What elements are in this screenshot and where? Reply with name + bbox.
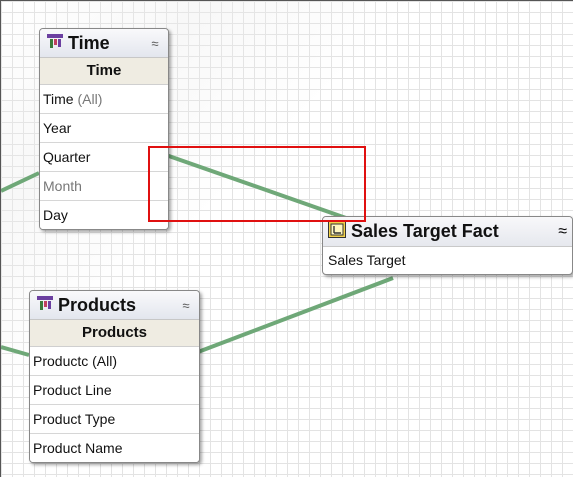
hierarchy-icon <box>36 295 54 316</box>
collapse-icon[interactable]: ≈ <box>148 36 162 51</box>
level-time-all[interactable]: Time (All) <box>40 85 168 114</box>
highlight-box <box>148 146 366 222</box>
link-left-to-products <box>1 345 30 357</box>
products-hierarchy-name: Products <box>30 320 199 347</box>
measure-sales-target[interactable]: Sales Target <box>323 247 572 274</box>
fact-table-icon <box>328 220 346 243</box>
fact-title: Sales Target Fact <box>351 221 499 241</box>
time-hierarchy-name: Time <box>40 58 168 85</box>
hierarchy-icon <box>46 33 64 54</box>
time-dimension-header[interactable]: Time ≈ <box>40 29 168 58</box>
level-year[interactable]: Year <box>40 114 168 143</box>
link-products-to-fact <box>197 276 394 354</box>
collapse-icon[interactable]: ≈ <box>558 223 567 241</box>
sales-target-fact[interactable]: Sales Target Fact ≈ Sales Target <box>322 216 573 275</box>
level-products-all[interactable]: Productc (All) <box>30 347 199 376</box>
products-dimension-header[interactable]: Products ≈ <box>30 291 199 320</box>
products-dimension-title: Products <box>58 294 137 315</box>
level-product-name[interactable]: Product Name <box>30 434 199 462</box>
level-product-line[interactable]: Product Line <box>30 376 199 405</box>
level-product-type[interactable]: Product Type <box>30 405 199 434</box>
time-dimension-title: Time <box>68 32 110 53</box>
link-left-to-time <box>1 171 40 193</box>
collapse-icon[interactable]: ≈ <box>179 298 193 313</box>
products-dimension[interactable]: Products ≈ Products Productc (All) Produ… <box>29 290 200 463</box>
model-diagram-canvas[interactable]: Time ≈ Time Time (All) Year Quarter Mont… <box>0 0 573 477</box>
